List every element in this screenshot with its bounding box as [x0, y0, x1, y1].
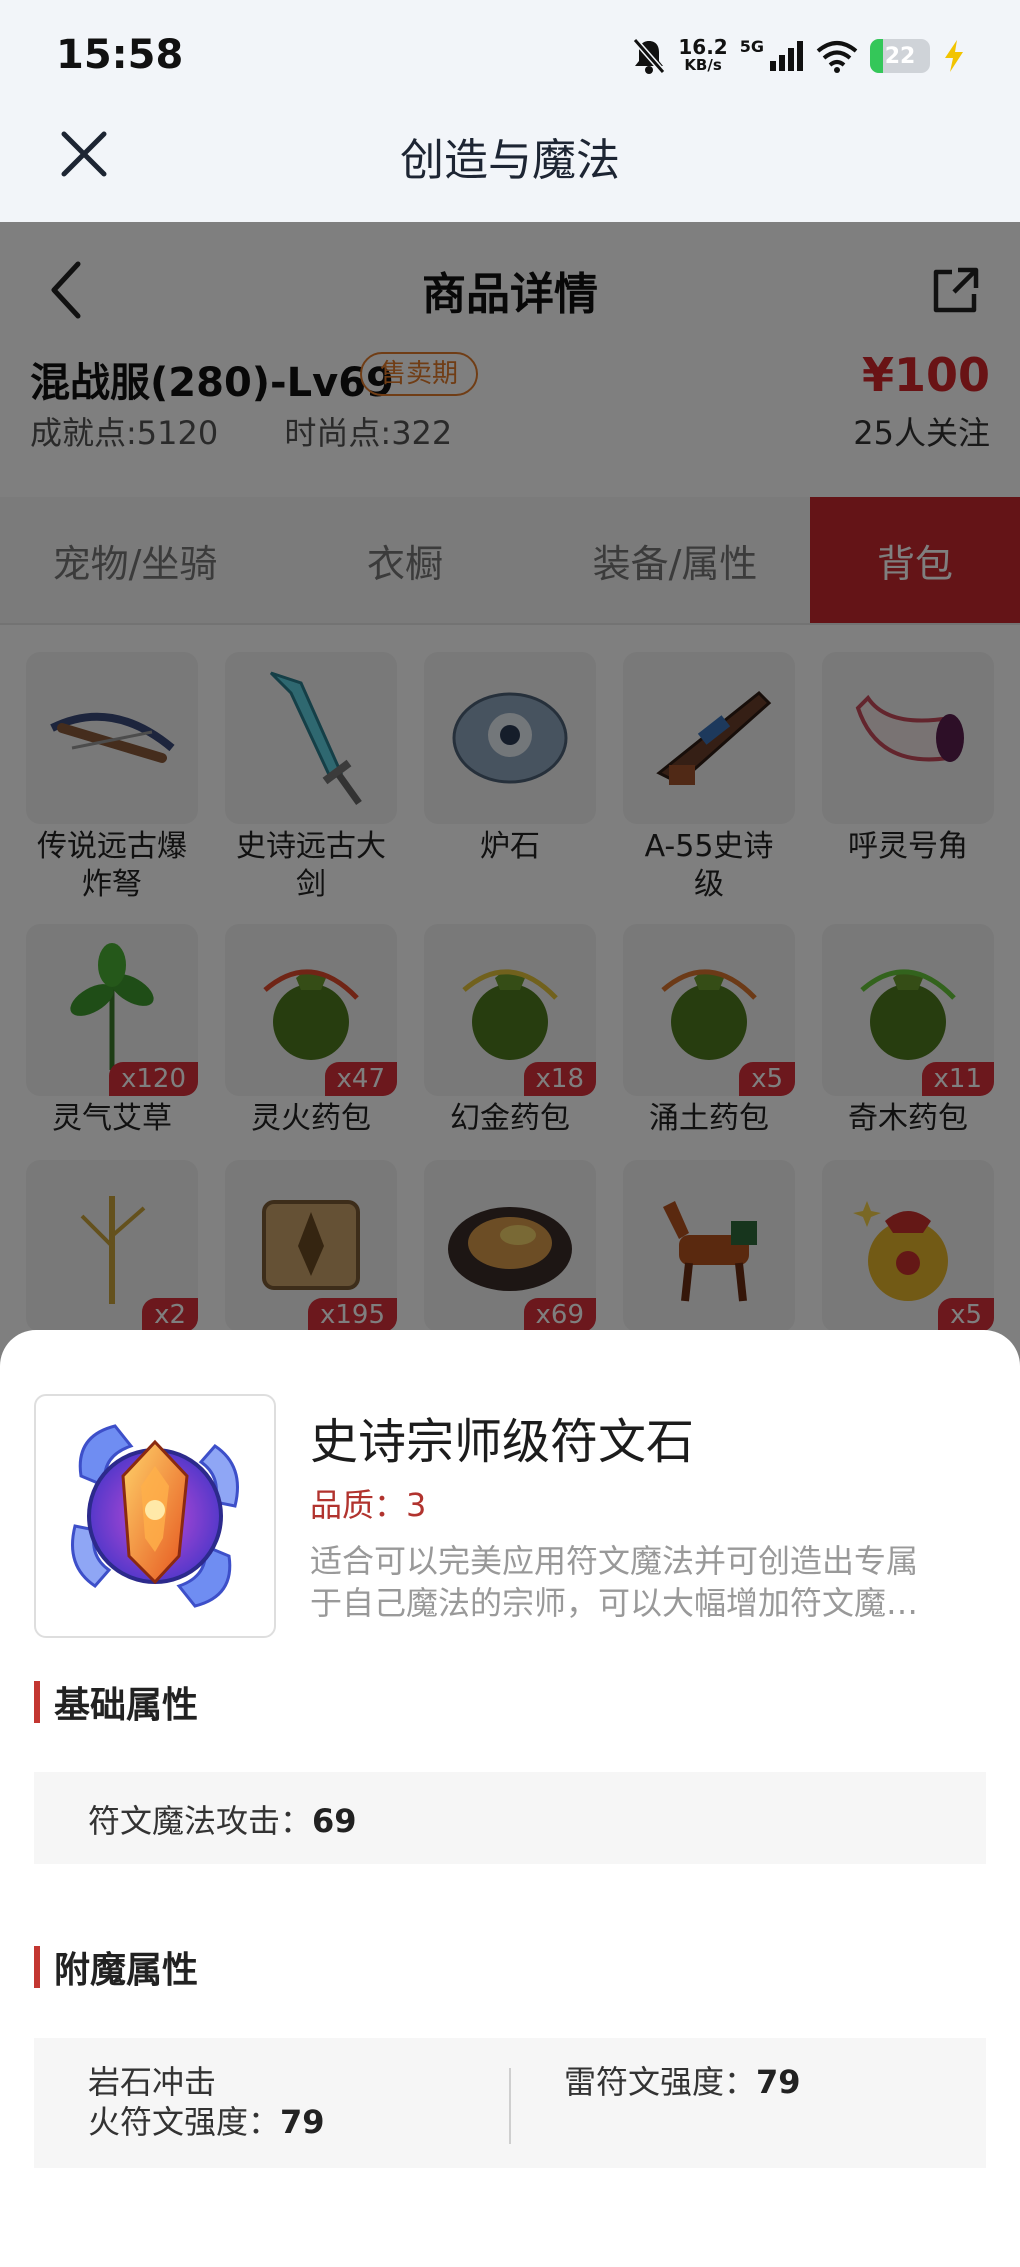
battery-fill	[870, 39, 884, 73]
item-quality: 品质：3	[310, 1486, 427, 1524]
item-icon-box	[34, 1394, 276, 1638]
base-attributes-title: 基础属性	[54, 1685, 199, 1726]
attr-value: 79	[280, 2103, 325, 2141]
signal-icon	[770, 41, 803, 71]
net-speed-value: 16.2	[678, 35, 728, 59]
status-time: 15:58	[56, 32, 184, 78]
item-description: 适合可以完美应用符文魔法并可创造出专属 于自己魔法的宗师，可以大幅增加符文魔…	[310, 1540, 990, 1624]
battery-indicator: 22	[870, 39, 930, 73]
attr-value: 69	[312, 1802, 357, 1840]
enchant-attributes-header: 附魔属性	[34, 1945, 198, 1991]
enchant-attributes-box: 岩石冲击 火符文强度：79 雷符文强度：79	[34, 2038, 986, 2168]
attr-value: 79	[756, 2063, 801, 2101]
net-speed-unit: KB/s	[684, 56, 722, 74]
enchant-attribute: 雷符文强度：79	[564, 2062, 801, 2102]
app-title: 创造与魔法	[400, 135, 620, 186]
base-attribute: 符文魔法攻击：69	[88, 1796, 357, 1842]
wifi-icon	[816, 41, 858, 73]
net-speed: 16.2 KB/s	[678, 35, 728, 74]
attr-label: 符文魔法攻击：	[88, 1802, 313, 1840]
base-attributes-header: 基础属性	[34, 1680, 198, 1726]
base-attributes-box: 符文魔法攻击：69	[34, 1772, 986, 1864]
app-bar: 创造与魔法	[0, 112, 1020, 222]
status-bar: 15:58 16.2 KB/s 5G 22	[0, 0, 1020, 112]
battery-level: 22	[884, 43, 916, 69]
attr-label: 雷符文强度：	[564, 2063, 757, 2101]
column-divider	[509, 2068, 511, 2144]
enchant-attribute: 火符文强度：79	[88, 2102, 325, 2142]
net-type: 5G	[739, 36, 764, 56]
charging-icon	[945, 40, 963, 72]
rune-stone-icon	[71, 1424, 239, 1608]
section-accent-bar	[34, 1946, 40, 1988]
attr-label: 火符文强度：	[88, 2103, 281, 2141]
enchant-name: 岩石冲击	[88, 2063, 217, 2101]
status-icons: 16.2 KB/s 5G 22	[632, 34, 966, 78]
enchant-left-column: 岩石冲击 火符文强度：79	[88, 2062, 325, 2142]
section-accent-bar	[34, 1681, 40, 1723]
sheet-title: 史诗宗师级符文石	[310, 1414, 695, 1470]
item-detail-sheet: 史诗宗师级符文石 品质：3 适合可以完美应用符文魔法并可创造出专属 于自己魔法的…	[0, 1330, 1020, 2267]
description-line1: 适合可以完美应用符文魔法并可创造出专属	[310, 1542, 919, 1580]
description-line2: 于自己魔法的宗师，可以大幅增加符文魔…	[310, 1584, 919, 1622]
mute-bell-icon	[633, 38, 666, 74]
enchant-attributes-title: 附魔属性	[54, 1950, 199, 1991]
